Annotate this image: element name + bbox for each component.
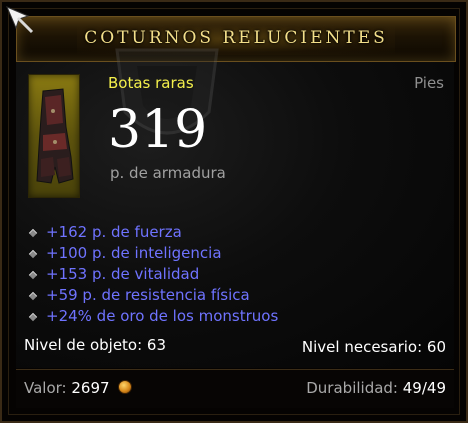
item-quality: Botas raras	[108, 74, 194, 92]
stats-list: +162 p. de fuerza +100 p. de inteligenci…	[26, 222, 278, 327]
stat-text: +153 p. de vitalidad	[46, 265, 200, 283]
gold-coin-icon	[118, 380, 133, 394]
stat-line: +162 p. de fuerza	[26, 222, 278, 243]
stat-text: +59 p. de resistencia física	[46, 286, 250, 304]
diamond-bullet-icon	[28, 312, 38, 321]
durability: Durabilidad: 49/49	[306, 379, 446, 397]
diamond-bullet-icon	[28, 249, 38, 258]
armor-label: p. de armadura	[110, 164, 226, 182]
required-level: Nivel necesario: 60	[301, 338, 446, 356]
cursor-icon	[6, 6, 34, 34]
stat-line: +24% de oro de los monstruos	[26, 306, 278, 327]
stat-line: +59 p. de resistencia física	[26, 285, 278, 306]
value-amount: 2697	[71, 379, 110, 397]
item-level: Nivel de objeto: 63	[24, 336, 167, 354]
durability-label: Durabilidad:	[306, 379, 398, 397]
diamond-bullet-icon	[28, 228, 38, 237]
armor-value: 319	[108, 100, 208, 160]
stat-text: +162 p. de fuerza	[46, 223, 182, 241]
item-icon-slot	[28, 74, 80, 198]
item-slot-type: Pies	[414, 74, 444, 92]
stat-text: +100 p. de inteligencia	[46, 244, 222, 262]
durability-value: 49/49	[402, 379, 446, 397]
stat-text: +24% de oro de los monstruos	[46, 307, 279, 325]
stat-line: +100 p. de inteligencia	[26, 243, 278, 264]
item-value: Valor: 2697	[24, 379, 133, 397]
value-label: Valor:	[24, 379, 67, 397]
item-tooltip: COTURNOS RELUCIENTES Botas raras Pies 31…	[0, 0, 468, 423]
stat-line: +153 p. de vitalidad	[26, 264, 278, 285]
boots-icon	[36, 88, 74, 184]
diamond-bullet-icon	[28, 291, 38, 300]
diamond-bullet-icon	[28, 270, 38, 279]
